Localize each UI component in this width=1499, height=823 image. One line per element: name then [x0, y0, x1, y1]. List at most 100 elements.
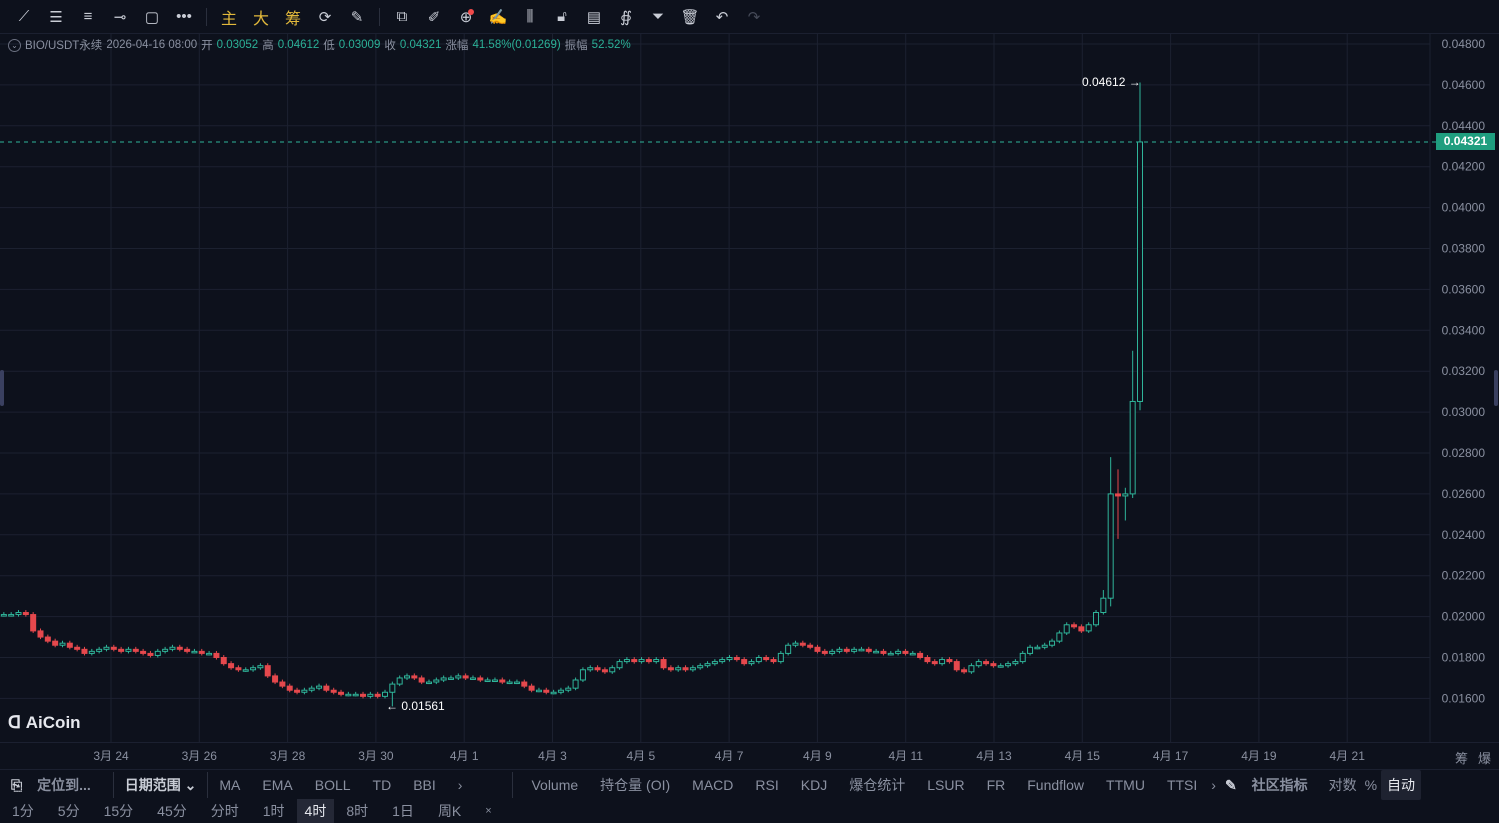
candle-down — [228, 663, 235, 669]
timeframe-6[interactable]: 4时 — [296, 798, 335, 823]
candle-down — [22, 612, 29, 616]
liquidation-toggle[interactable]: 爆 — [1478, 748, 1491, 767]
candle-up — [345, 693, 352, 697]
edit-list-icon[interactable]: ▤ — [578, 3, 610, 31]
candle-down — [338, 691, 345, 695]
zoom-icon[interactable]: ⊕ — [450, 3, 482, 31]
trend-line-icon[interactable]: ⟋ — [8, 3, 40, 31]
trash-icon[interactable]: 🗑︎ — [674, 3, 706, 31]
indicator-ttmu[interactable]: TTMU — [1095, 777, 1156, 793]
more-sub-indicators[interactable]: › — [1208, 777, 1219, 793]
candle-up — [191, 650, 198, 654]
candle-up — [396, 677, 403, 685]
indicator-ttsi[interactable]: TTSI — [1156, 777, 1208, 793]
timeframe-8[interactable]: 1日 — [380, 801, 426, 821]
horizontal-ray-icon[interactable]: ⊸ — [104, 3, 136, 31]
indicator-boll[interactable]: BOLL — [304, 777, 362, 793]
rectangle-icon[interactable]: ▢ — [136, 3, 168, 31]
candle-up — [15, 612, 22, 616]
auto-scale-toggle[interactable]: 自动 — [1381, 769, 1422, 800]
pattern-icon[interactable]: ⫼ — [514, 3, 546, 31]
left-panel-handle[interactable] — [0, 370, 4, 406]
horizontal-lines-icon[interactable]: ≡ — [72, 3, 104, 31]
percent-scale-toggle[interactable]: % — [1361, 777, 1381, 793]
close-label: 收 — [384, 40, 396, 52]
right-panel-handle[interactable] — [1494, 370, 1498, 406]
indicator-macd[interactable]: MACD — [681, 777, 744, 793]
candle-down — [110, 646, 117, 650]
date-tick: 3月 24 — [93, 749, 129, 763]
price-tick: 0.02600 — [1442, 487, 1486, 501]
candle-up — [301, 689, 308, 693]
indicator-kdj[interactable]: KDJ — [790, 777, 838, 793]
price-tick: 0.02400 — [1442, 528, 1486, 542]
more-icon[interactable]: ••• — [168, 3, 200, 31]
undo-icon[interactable]: ↶ — [706, 3, 738, 31]
timeframe-7[interactable]: 8时 — [334, 801, 380, 821]
main-force-button[interactable]: 主 — [213, 3, 245, 31]
locate-button[interactable]: ⎘ 定位到... — [0, 775, 113, 795]
indicator-ema[interactable]: EMA — [251, 777, 303, 793]
date-tick: 4月 13 — [976, 749, 1012, 763]
timeframe-5[interactable]: 1时 — [251, 801, 297, 821]
candle-up — [103, 646, 110, 650]
candle-up — [455, 675, 462, 679]
measure-pen-icon[interactable]: ✎ — [341, 3, 373, 31]
candlestick-chart[interactable]: 0.04800 0.04600 0.04400 0.04200 0.04000 0.038… — [0, 34, 1499, 742]
candle-down — [1078, 626, 1085, 632]
indicator-td[interactable]: TD — [362, 777, 403, 793]
candle-up — [697, 665, 704, 669]
timeframe-4[interactable]: 分时 — [199, 801, 251, 821]
timeframe-1[interactable]: 5分 — [46, 801, 92, 821]
candle-up — [616, 661, 623, 669]
indicator-oi[interactable]: 持仓量 (OI) — [589, 775, 681, 795]
candle-down — [184, 648, 191, 652]
indicator-rsi[interactable]: RSI — [744, 777, 789, 793]
bookmark-icon[interactable]: ⧉ — [386, 3, 418, 31]
divider — [379, 7, 380, 26]
timeframe-2[interactable]: 15分 — [92, 801, 146, 821]
replay-icon[interactable]: ⟳ — [309, 3, 341, 31]
timeframe-9[interactable]: 周K — [426, 801, 473, 821]
chips-button[interactable]: 筹 — [277, 3, 309, 31]
collapse-icon[interactable]: ⌄ — [8, 38, 21, 52]
close-timeframes-icon[interactable]: × — [473, 805, 503, 817]
indicator-fr[interactable]: FR — [976, 777, 1017, 793]
candle-down — [374, 693, 381, 697]
community-indicators-button[interactable]: ✎ 社区指标 — [1219, 775, 1325, 795]
indicator-bbi[interactable]: BBI — [402, 777, 447, 793]
price-tick: 0.03600 — [1442, 282, 1486, 296]
ohlc-info-bar: ⌄ BIO/USDT永续 2026-04-16 08:00 开 0.03052 高… — [8, 37, 631, 53]
chips-toggle[interactable]: 筹 — [1455, 748, 1468, 767]
candle-up — [755, 657, 762, 663]
magnet-icon[interactable]: ∯ — [610, 3, 642, 31]
big-order-button[interactable]: 大 — [245, 3, 277, 31]
log-scale-toggle[interactable]: 对数 — [1325, 775, 1361, 795]
brush-icon[interactable]: ✍ — [482, 3, 514, 31]
lock-icon[interactable]: 🔓︎ — [546, 3, 578, 31]
timeframe-0[interactable]: 1分 — [0, 801, 46, 821]
candle-up — [1129, 400, 1136, 495]
redo-icon[interactable]: ↷ — [738, 3, 770, 31]
price-tick: 0.01800 — [1442, 651, 1486, 665]
ruler-icon[interactable]: ✐ — [418, 3, 450, 31]
candle-up — [873, 650, 880, 654]
indicator-volume[interactable]: Volume — [513, 777, 589, 793]
indicator-lsur[interactable]: LSUR — [916, 777, 975, 793]
candle-down — [1115, 493, 1122, 497]
indicator-liquidation[interactable]: 爆仓统计 — [838, 775, 916, 795]
indicator-ma[interactable]: MA — [208, 777, 251, 793]
candle-down — [1071, 624, 1078, 628]
parallel-lines-icon[interactable]: ☰ — [40, 3, 72, 31]
indicator-fundflow[interactable]: Fundflow — [1016, 777, 1095, 793]
date-range-dropdown[interactable]: 日期范围 ⌄ — [114, 775, 208, 795]
candle-up — [1049, 640, 1056, 646]
more-main-indicators[interactable]: › — [447, 777, 513, 793]
candle-up — [447, 677, 454, 680]
candle-up — [425, 681, 432, 685]
price-tick: 0.03400 — [1442, 323, 1486, 337]
price-tick: 0.02200 — [1442, 569, 1486, 583]
filter-icon[interactable]: ⏷ — [642, 3, 674, 31]
timeframe-3[interactable]: 45分 — [145, 801, 199, 821]
candle-down — [118, 648, 125, 652]
